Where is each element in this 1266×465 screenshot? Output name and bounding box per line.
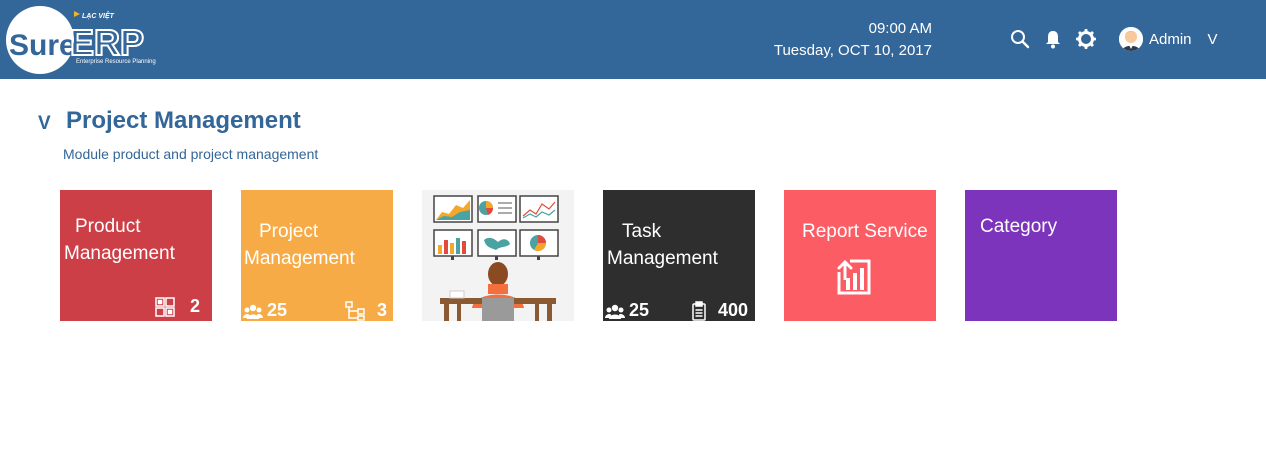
datetime-display: 09:00 AM Tuesday, OCT 10, 2017 (760, 18, 932, 62)
tile-label: Task (622, 221, 662, 242)
svg-text:ERP: ERP (70, 22, 144, 63)
tile-stat-left: 25 (243, 300, 287, 321)
tile-category[interactable]: Category (965, 190, 1117, 321)
report-chart-icon (836, 258, 872, 301)
tile-label: Category (980, 216, 1058, 237)
tile-count: 25 (267, 300, 288, 320)
group-icon (605, 303, 629, 319)
user-menu-caret[interactable]: V (1208, 31, 1218, 48)
tile-project-management[interactable]: Project Management 25 3 (241, 190, 393, 321)
section-title: Project Management (66, 107, 301, 134)
user-name: Admin (1149, 30, 1192, 48)
user-menu[interactable]: Admin V (1119, 26, 1218, 52)
tile-label: Product (75, 216, 141, 237)
grid-icon (155, 296, 179, 317)
tile-count: 3 (376, 300, 387, 320)
person-at-desk-dashboard-illustration (433, 195, 559, 321)
tile-stat: 2 (155, 296, 200, 317)
sure-erp-logo[interactable]: LẠC VIỆT Sure ERP Enterprise Resource Pl… (6, 5, 176, 75)
top-bar: LẠC VIỆT Sure ERP Enterprise Resource Pl… (0, 0, 1266, 79)
tile-stat-left: 25 (605, 300, 649, 321)
tile-dashboard-illustration[interactable] (422, 190, 574, 321)
search-icon[interactable] (1009, 28, 1031, 50)
tile-label: Project (259, 221, 319, 242)
group-icon (243, 303, 267, 319)
svg-text:LẠC VIỆT: LẠC VIỆT (82, 11, 115, 20)
tile-label: Management (607, 248, 718, 269)
svg-text:Sure: Sure (9, 29, 76, 62)
tile-count: 2 (189, 296, 200, 316)
gear-icon[interactable] (1075, 28, 1097, 50)
tile-stat-right: 400 (692, 300, 748, 321)
tile-count: 400 (717, 300, 748, 320)
bell-icon[interactable] (1042, 28, 1064, 50)
tile-label: Management (64, 243, 175, 264)
section-collapse-toggle[interactable]: V (38, 113, 51, 135)
current-date: Tuesday, OCT 10, 2017 (773, 42, 932, 59)
clipboard-icon (692, 300, 710, 321)
tile-label: Report Service (802, 221, 928, 242)
section-subtitle: Module product and project management (63, 146, 319, 162)
hierarchy-icon (345, 300, 369, 321)
tile-stat-right: 3 (345, 300, 387, 321)
tile-label: Management (244, 248, 355, 269)
avatar (1119, 27, 1143, 51)
tile-product-management[interactable]: Product Management 2 (60, 190, 212, 321)
current-time: 09:00 AM (868, 20, 932, 37)
tile-count: 25 (629, 300, 650, 320)
tile-report-service[interactable]: Report Service (784, 190, 936, 321)
tile-task-management[interactable]: Task Management 25 400 (603, 190, 755, 321)
svg-text:Enterprise Resource Planning: Enterprise Resource Planning (76, 59, 156, 65)
